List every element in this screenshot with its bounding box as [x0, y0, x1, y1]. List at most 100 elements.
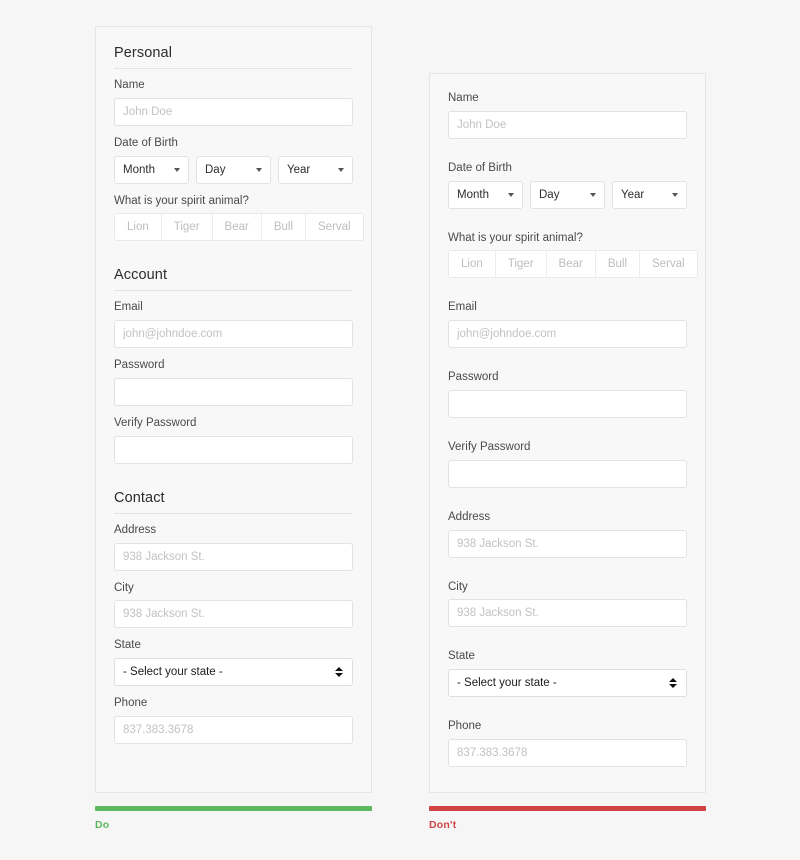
dont-verdict-label: Don't: [429, 819, 457, 831]
form-field: Address: [114, 524, 353, 571]
form-field: State - Select your state -: [114, 639, 353, 687]
spirit-animal-option-bear[interactable]: Bear: [545, 251, 595, 278]
spirit-animal-option-lion[interactable]: Lion: [115, 214, 161, 241]
text-input[interactable]: [114, 435, 353, 464]
text-input[interactable]: [114, 715, 353, 744]
field-label: Phone: [448, 720, 482, 733]
field-label: Date of Birth: [114, 136, 178, 149]
field-label: Password: [448, 371, 499, 384]
dob-select-value: Year: [621, 188, 645, 201]
dob-select-value: Day: [539, 188, 560, 201]
section-body: Email Password Verify Password: [114, 291, 353, 464]
form-field: What is your spirit animal? Lion Tiger Bear…: [448, 231, 698, 279]
spirit-animal-option-bear[interactable]: Bear: [211, 214, 261, 241]
field-label: State: [448, 650, 475, 663]
do-verdict-label: Do: [95, 819, 110, 831]
form-field: Password: [448, 371, 687, 418]
field-label: Email: [114, 301, 143, 314]
dob-select-value: Day: [205, 163, 226, 176]
chevron-down-icon: [590, 192, 596, 197]
spirit-animal-option-serval[interactable]: Serval: [639, 251, 697, 278]
field-label: City: [448, 580, 468, 593]
dob-select-month[interactable]: Month: [114, 155, 189, 184]
field-label: Date of Birth: [448, 161, 512, 174]
form-field: Date of Birth Month Day Year: [448, 162, 687, 209]
form-field: Verify Password: [448, 441, 687, 488]
form-field: Password: [114, 359, 353, 406]
form-field: City: [448, 581, 687, 628]
spirit-animal-option-serval[interactable]: Serval: [305, 214, 363, 241]
form-field: State - Select your state -: [448, 650, 687, 698]
ungrouped-form-panel: Name Date of Birth Month Day Year What is you…: [429, 73, 706, 793]
dont-column: Name Date of Birth Month Day Year What is you…: [429, 73, 706, 793]
text-input[interactable]: [114, 377, 353, 406]
date-of-birth-row: Month Day Year: [114, 155, 353, 184]
form-field: Verify Password: [114, 417, 353, 464]
field-label: Name: [114, 79, 145, 91]
spirit-animal-button-group: Lion Tiger Bear Bull Serval: [448, 250, 698, 279]
state-select-value: - Select your state -: [457, 677, 557, 690]
spirit-animal-option-lion[interactable]: Lion: [449, 251, 495, 278]
chevron-up-down-icon: [669, 678, 677, 689]
form-field: Name: [114, 79, 353, 126]
do-column: Personal Name Date of Birth Month Day Year Wha…: [95, 26, 372, 793]
section-body: Address City State - Select your state - Pho…: [114, 514, 353, 744]
field-label: Address: [114, 523, 157, 536]
section-body: Name Date of Birth Month Day Year What is you…: [114, 69, 364, 242]
dont-accent-bar: [429, 806, 706, 811]
form-field: City: [114, 582, 353, 629]
form-field: Phone: [114, 697, 353, 744]
spirit-animal-button-group: Lion Tiger Bear Bull Serval: [114, 213, 364, 242]
text-input[interactable]: [114, 97, 353, 126]
date-of-birth-row: Month Day Year: [448, 180, 687, 209]
text-input[interactable]: [448, 529, 687, 558]
dob-select-month[interactable]: Month: [448, 180, 523, 209]
text-input[interactable]: [114, 320, 353, 349]
text-input[interactable]: [448, 389, 687, 418]
dob-select-value: Year: [287, 163, 311, 176]
do-verdict: Do: [95, 806, 372, 831]
dont-verdict: Don't: [429, 806, 706, 831]
form-field: Address: [448, 511, 687, 558]
chevron-up-down-icon: [335, 667, 343, 678]
form-field: Name: [448, 92, 687, 139]
spirit-animal-option-bull[interactable]: Bull: [594, 251, 640, 278]
section-title: Account: [114, 267, 353, 292]
text-input[interactable]: [114, 542, 353, 571]
text-input[interactable]: [448, 459, 687, 488]
field-label: State: [114, 639, 141, 652]
comparison-stage: Personal Name Date of Birth Month Day Year Wha…: [0, 0, 800, 860]
field-label: Email: [448, 301, 477, 314]
field-label: Password: [114, 359, 165, 372]
text-input[interactable]: [448, 320, 687, 349]
form-field: Email: [448, 301, 687, 349]
chevron-down-icon: [174, 167, 180, 172]
dob-select-day[interactable]: Day: [196, 155, 271, 184]
form-section: Contact Address City State - Select your sta…: [114, 490, 353, 744]
state-select[interactable]: - Select your state -: [114, 658, 353, 687]
spirit-animal-option-bull[interactable]: Bull: [260, 214, 306, 241]
spirit-animal-option-tiger[interactable]: Tiger: [494, 251, 546, 278]
field-label: Name: [448, 92, 479, 104]
text-input[interactable]: [448, 738, 687, 767]
state-select[interactable]: - Select your state -: [448, 669, 687, 698]
grouped-form-panel: Personal Name Date of Birth Month Day Year Wha…: [95, 26, 372, 793]
form-field: What is your spirit animal? Lion Tiger Bear…: [114, 194, 364, 242]
spirit-animal-option-tiger[interactable]: Tiger: [160, 214, 212, 241]
dob-select-value: Month: [457, 188, 489, 201]
form-section: Account Email Password Verify Password: [114, 267, 353, 464]
field-label: What is your spirit animal?: [114, 194, 249, 207]
field-label: Verify Password: [114, 416, 197, 429]
form-field: Email: [114, 301, 353, 349]
field-label: What is your spirit animal?: [448, 231, 583, 244]
dob-select-year[interactable]: Year: [612, 180, 687, 209]
dob-select-year[interactable]: Year: [278, 155, 353, 184]
text-input[interactable]: [448, 599, 687, 628]
form-section: Personal Name Date of Birth Month Day Year Wha…: [114, 45, 364, 242]
field-label: City: [114, 581, 134, 594]
text-input[interactable]: [114, 600, 353, 629]
form-field: Phone: [448, 720, 687, 767]
field-label: Verify Password: [448, 440, 531, 453]
text-input[interactable]: [448, 110, 687, 139]
dob-select-day[interactable]: Day: [530, 180, 605, 209]
